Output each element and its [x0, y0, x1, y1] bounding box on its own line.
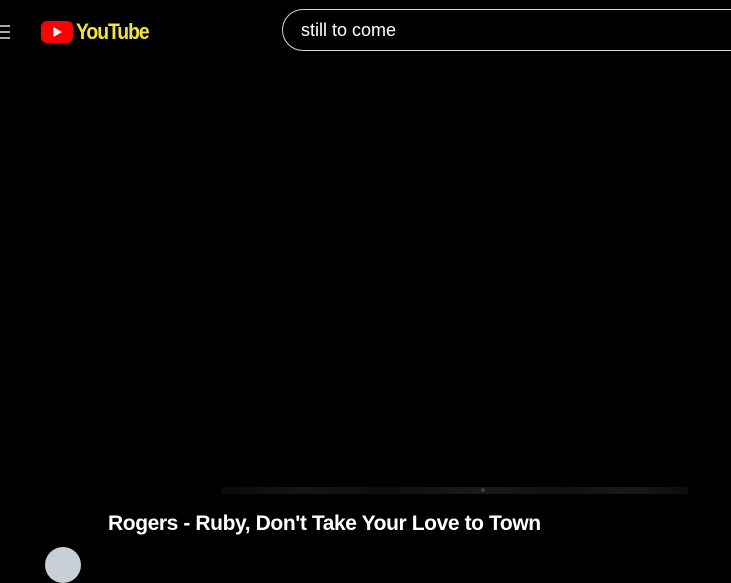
- channel-avatar[interactable]: [45, 547, 81, 583]
- youtube-logo[interactable]: YouTube: [41, 18, 158, 46]
- video-player[interactable]: [0, 62, 731, 498]
- search-input[interactable]: [301, 10, 701, 50]
- youtube-play-icon: [41, 21, 73, 43]
- player-strip-marker: [481, 488, 485, 492]
- video-title: Rogers - Ruby, Don't Take Your Love to T…: [108, 512, 541, 535]
- search-box[interactable]: [282, 9, 731, 51]
- player-bottom-strip: [221, 487, 688, 494]
- masthead: YouTube: [0, 0, 731, 62]
- hamburger-menu-icon[interactable]: [0, 24, 11, 40]
- logo-wordmark: YouTube: [76, 19, 150, 44]
